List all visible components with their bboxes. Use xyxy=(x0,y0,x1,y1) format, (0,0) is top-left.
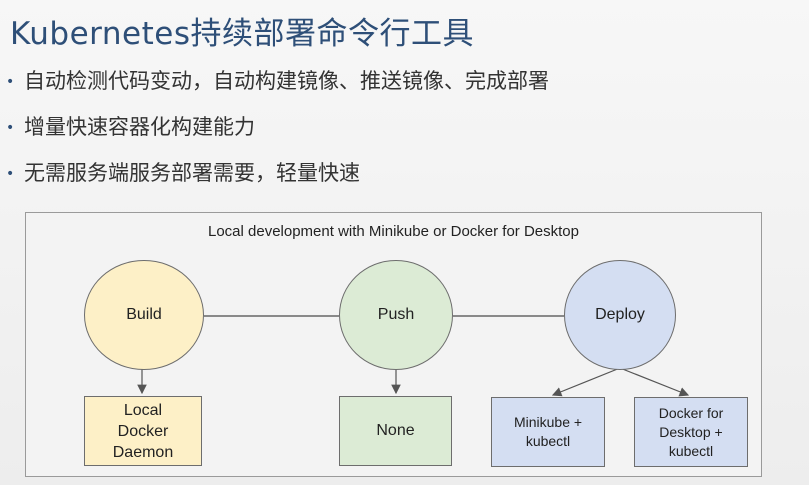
bullet-list: • 自动检测代码变动，自动构建镜像、推送镜像、完成部署 • 增量快速容器化构建能力 … xyxy=(6,58,549,196)
arrow-deploy-docker xyxy=(619,367,690,397)
bullet-item: • 自动检测代码变动，自动构建镜像、推送镜像、完成部署 xyxy=(6,58,549,104)
slide-title: Kubernetes持续部署命令行工具 xyxy=(10,16,474,52)
target-minikube-kubectl: Minikube + kubectl xyxy=(491,397,605,467)
stage-build: Build xyxy=(84,260,204,370)
slide: Kubernetes持续部署命令行工具 • 自动检测代码变动，自动构建镜像、推送镜… xyxy=(0,0,809,485)
bullet-dot-icon: • xyxy=(6,120,15,136)
target-local-docker-daemon: Local Docker Daemon xyxy=(84,396,202,466)
bullet-dot-icon: • xyxy=(6,74,15,90)
bullet-dot-icon: • xyxy=(6,166,15,182)
diagram-title: Local development with Minikube or Docke… xyxy=(207,223,579,240)
bullet-text: 无需服务端服务部署需要，轻量快速 xyxy=(24,161,360,185)
stage-push: Push xyxy=(339,260,453,370)
bullet-item: • 增量快速容器化构建能力 xyxy=(6,104,549,150)
arrow-deploy-minikube xyxy=(551,367,621,397)
bullet-text: 自动检测代码变动，自动构建镜像、推送镜像、完成部署 xyxy=(24,69,549,93)
target-docker-desktop-kubectl: Docker for Desktop + kubectl xyxy=(634,397,748,467)
bullet-text: 增量快速容器化构建能力 xyxy=(24,115,255,139)
bullet-item: • 无需服务端服务部署需要，轻量快速 xyxy=(6,150,549,196)
workflow-diagram: Local development with Minikube or Docke… xyxy=(25,212,762,477)
target-none: None xyxy=(339,396,452,466)
stage-deploy: Deploy xyxy=(564,260,676,370)
